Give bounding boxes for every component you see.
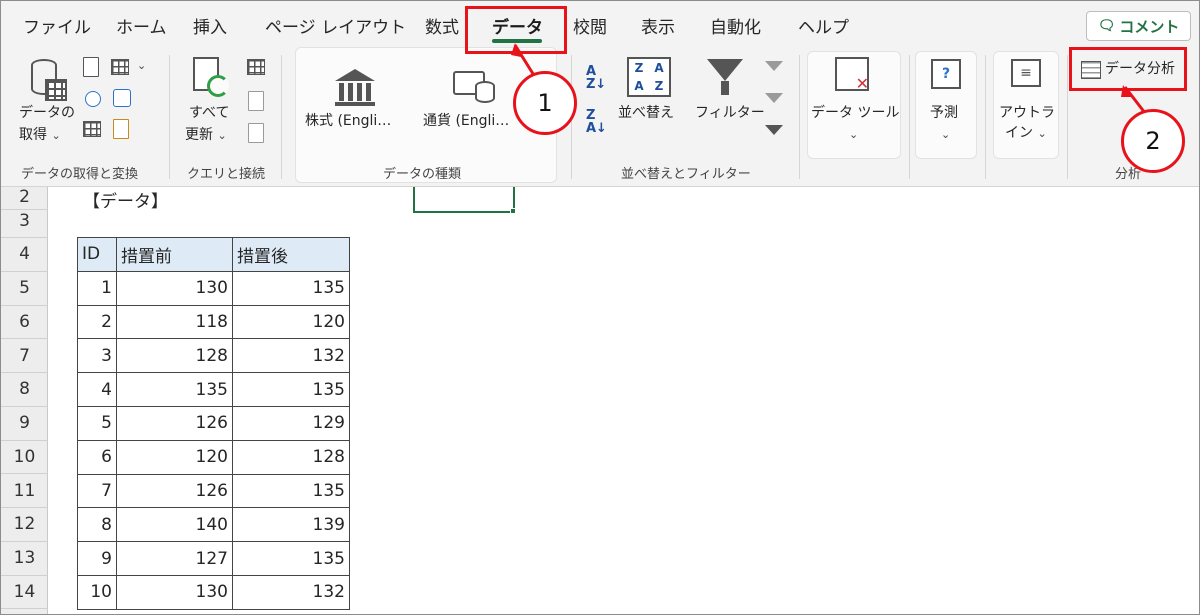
callout-arrow-1 [513,44,537,78]
callout-arrow-2 [1123,86,1147,114]
callout-2: 2 [1121,109,1185,173]
callout-arrows [511,43,1147,114]
callout-1: 1 [513,71,577,135]
excel-window: ファイル ホーム 挿入 ページ レイアウト 数式 データ 校閲 表示 自動化 ヘ… [0,0,1200,615]
